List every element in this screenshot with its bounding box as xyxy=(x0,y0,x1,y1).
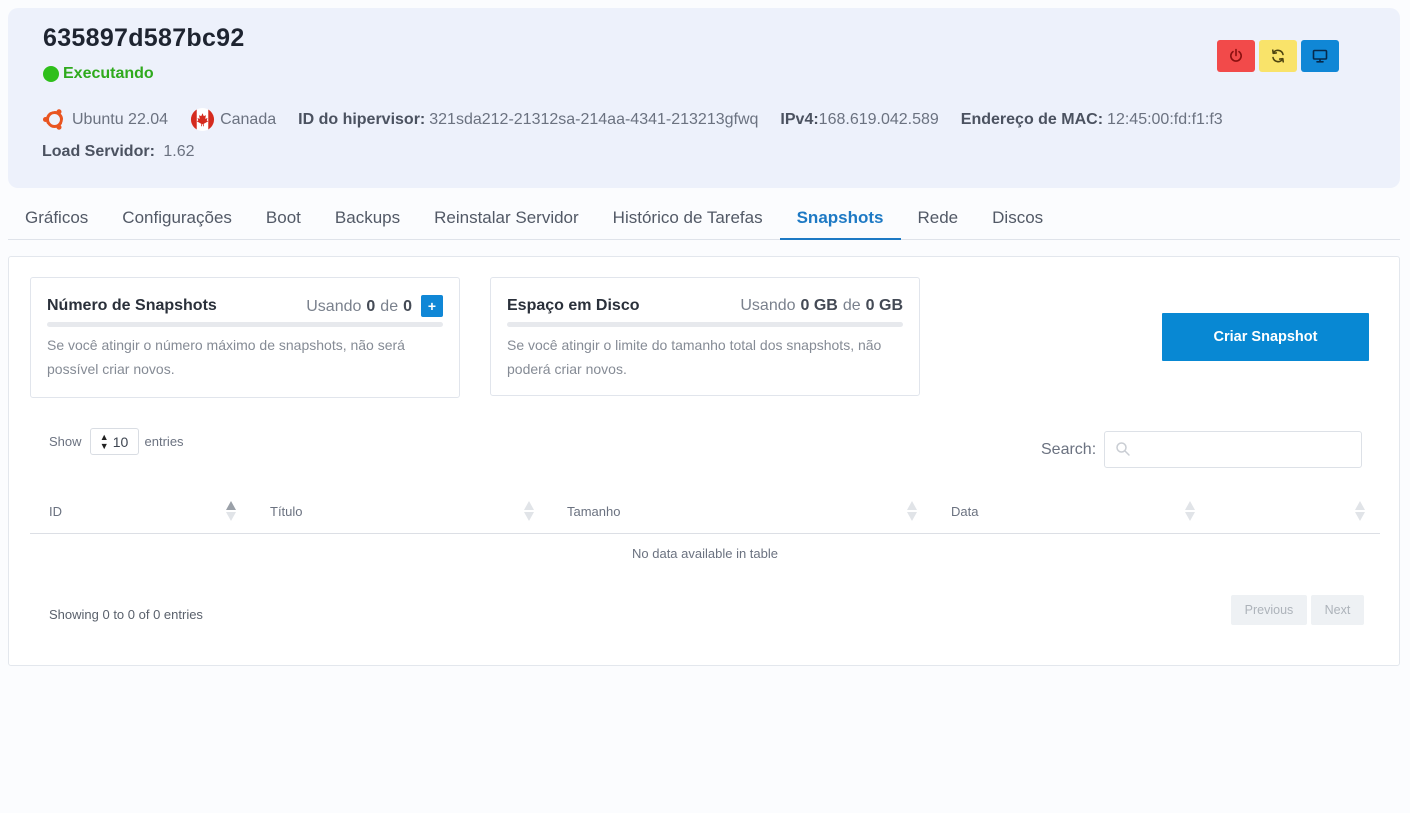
snapshot-using-label: Usando xyxy=(306,298,362,315)
create-snapshot-button[interactable]: Criar Snapshot xyxy=(1162,313,1369,361)
column-header-id[interactable]: ID xyxy=(49,504,62,519)
tab-rede[interactable]: Rede xyxy=(901,198,976,240)
search-box xyxy=(1104,431,1363,468)
sort-asc-icon xyxy=(226,501,236,521)
sort-both-icon xyxy=(907,501,917,521)
page-length-control: Show ▲ ▼ 10 entries xyxy=(49,428,184,455)
tab-historico-de-tarefas[interactable]: Histórico de Tarefas xyxy=(596,198,780,240)
os-name: Ubuntu 22.04 xyxy=(72,110,169,128)
monitor-icon xyxy=(1312,49,1328,63)
disk-of-label: de xyxy=(842,297,861,314)
disk-using-label: Usando xyxy=(740,297,796,314)
server-name: 635897d587bc92 xyxy=(43,24,245,52)
sort-arrows-icon: ▲ ▼ xyxy=(99,431,109,451)
mac-info: Endereço de MAC: 12:45:00:fd:f1:f3 xyxy=(961,111,1223,129)
pagination: Previous Next xyxy=(1231,595,1364,625)
table-info: Showing 0 to 0 of 0 entries xyxy=(49,607,203,622)
load-info: Load Servidor: 1.62 xyxy=(42,143,195,161)
tab-snapshots[interactable]: Snapshots xyxy=(779,198,901,240)
load-label: Load Servidor: xyxy=(42,143,155,160)
restart-button[interactable] xyxy=(1259,40,1297,72)
disk-used-value: 0 GB xyxy=(800,297,838,314)
tab-boot[interactable]: Boot xyxy=(249,198,318,240)
table-empty-message: No data available in table xyxy=(632,546,778,561)
snapshot-of-label: de xyxy=(380,298,399,315)
disk-space-description: Se você atingir o limite do tamanho tota… xyxy=(507,337,882,377)
search-input[interactable] xyxy=(1105,432,1362,467)
snapshot-count-progress xyxy=(47,322,443,327)
disk-space-title: Espaço em Disco xyxy=(507,297,640,314)
entries-label: entries xyxy=(144,434,184,449)
snapshot-count-card: Número de Snapshots Usando 0 de 0 + Se v… xyxy=(30,277,460,398)
canada-flag-icon xyxy=(191,107,215,132)
search-icon xyxy=(1116,442,1130,456)
mac-label: Endereço de MAC: xyxy=(960,110,1104,128)
sort-both-icon xyxy=(524,501,534,521)
search-label: Search: xyxy=(1041,440,1097,458)
next-page-button[interactable]: Next xyxy=(1311,595,1364,625)
ipv4-value: 168.619.042.589 xyxy=(818,110,939,128)
power-button[interactable] xyxy=(1217,40,1255,72)
ubuntu-icon xyxy=(42,107,67,132)
status-text: Executando xyxy=(63,65,154,82)
tab-discos[interactable]: Discos xyxy=(975,198,1060,240)
ipv4-label: IPv4: xyxy=(780,110,819,128)
mac-value: 12:45:00:fd:f1:f3 xyxy=(1107,110,1223,128)
show-label: Show xyxy=(49,434,82,449)
server-tabs: Gráficos Configurações Boot Backups Rein… xyxy=(8,198,1400,240)
location-info: Canada xyxy=(190,107,276,132)
column-header-titulo[interactable]: Título xyxy=(270,504,303,519)
server-header: 635897d587bc92 Executando Ubuntu 22.04 C… xyxy=(8,8,1400,188)
table-header: ID Título Tamanho Data xyxy=(30,489,1380,534)
page-length-value: 10 xyxy=(112,433,129,450)
page-length-select[interactable]: ▲ ▼ 10 xyxy=(89,428,139,455)
previous-page-button[interactable]: Previous xyxy=(1231,595,1307,625)
server-status: Executando xyxy=(43,65,154,83)
status-dot-icon xyxy=(43,66,59,82)
snapshot-count-title: Número de Snapshots xyxy=(47,297,217,314)
os-info: Ubuntu 22.04 xyxy=(42,107,168,132)
snapshot-count-description: Se você atingir o número máximo de snaps… xyxy=(47,337,405,377)
disk-space-progress xyxy=(507,322,903,327)
location-name: Canada xyxy=(220,110,277,128)
snapshot-count-usage: Usando 0 de 0 + xyxy=(306,295,443,317)
snapshots-panel: Número de Snapshots Usando 0 de 0 + Se v… xyxy=(8,256,1400,666)
load-value: 1.62 xyxy=(163,143,195,160)
sort-both-icon xyxy=(1355,501,1365,521)
column-header-tamanho[interactable]: Tamanho xyxy=(567,504,620,519)
server-info: Ubuntu 22.04 Canada ID do hipervisor: 32… xyxy=(42,107,1245,132)
disk-space-usage: Usando 0 GB de 0 GB xyxy=(740,297,903,315)
tab-graficos[interactable]: Gráficos xyxy=(8,198,105,240)
tab-backups[interactable]: Backups xyxy=(318,198,417,240)
disk-limit-value: 0 GB xyxy=(865,297,903,314)
console-button[interactable] xyxy=(1301,40,1339,72)
disk-space-card: Espaço em Disco Usando 0 GB de 0 GB Se v… xyxy=(490,277,920,396)
sort-both-icon xyxy=(1185,501,1195,521)
power-icon xyxy=(1230,48,1242,62)
ipv4-info: IPv4: 168.619.042.589 xyxy=(780,111,938,129)
tab-reinstalar-servidor[interactable]: Reinstalar Servidor xyxy=(417,198,596,240)
refresh-icon xyxy=(1271,49,1284,63)
hypervisor-label: ID do hipervisor: xyxy=(298,110,426,128)
server-actions xyxy=(1217,40,1339,72)
tab-configuracoes[interactable]: Configurações xyxy=(105,198,249,240)
column-header-data[interactable]: Data xyxy=(951,504,978,519)
hypervisor-value: 321sda212-21312sa-214aa-4341-213213gfwq xyxy=(429,110,759,128)
add-snapshot-quota-button[interactable]: + xyxy=(421,295,443,317)
table-search: Search: xyxy=(1041,431,1363,468)
snapshot-used-value: 0 xyxy=(366,298,376,315)
hypervisor-info: ID do hipervisor: 321sda212-21312sa-214a… xyxy=(298,111,758,129)
snapshot-limit-value: 0 xyxy=(403,298,412,315)
